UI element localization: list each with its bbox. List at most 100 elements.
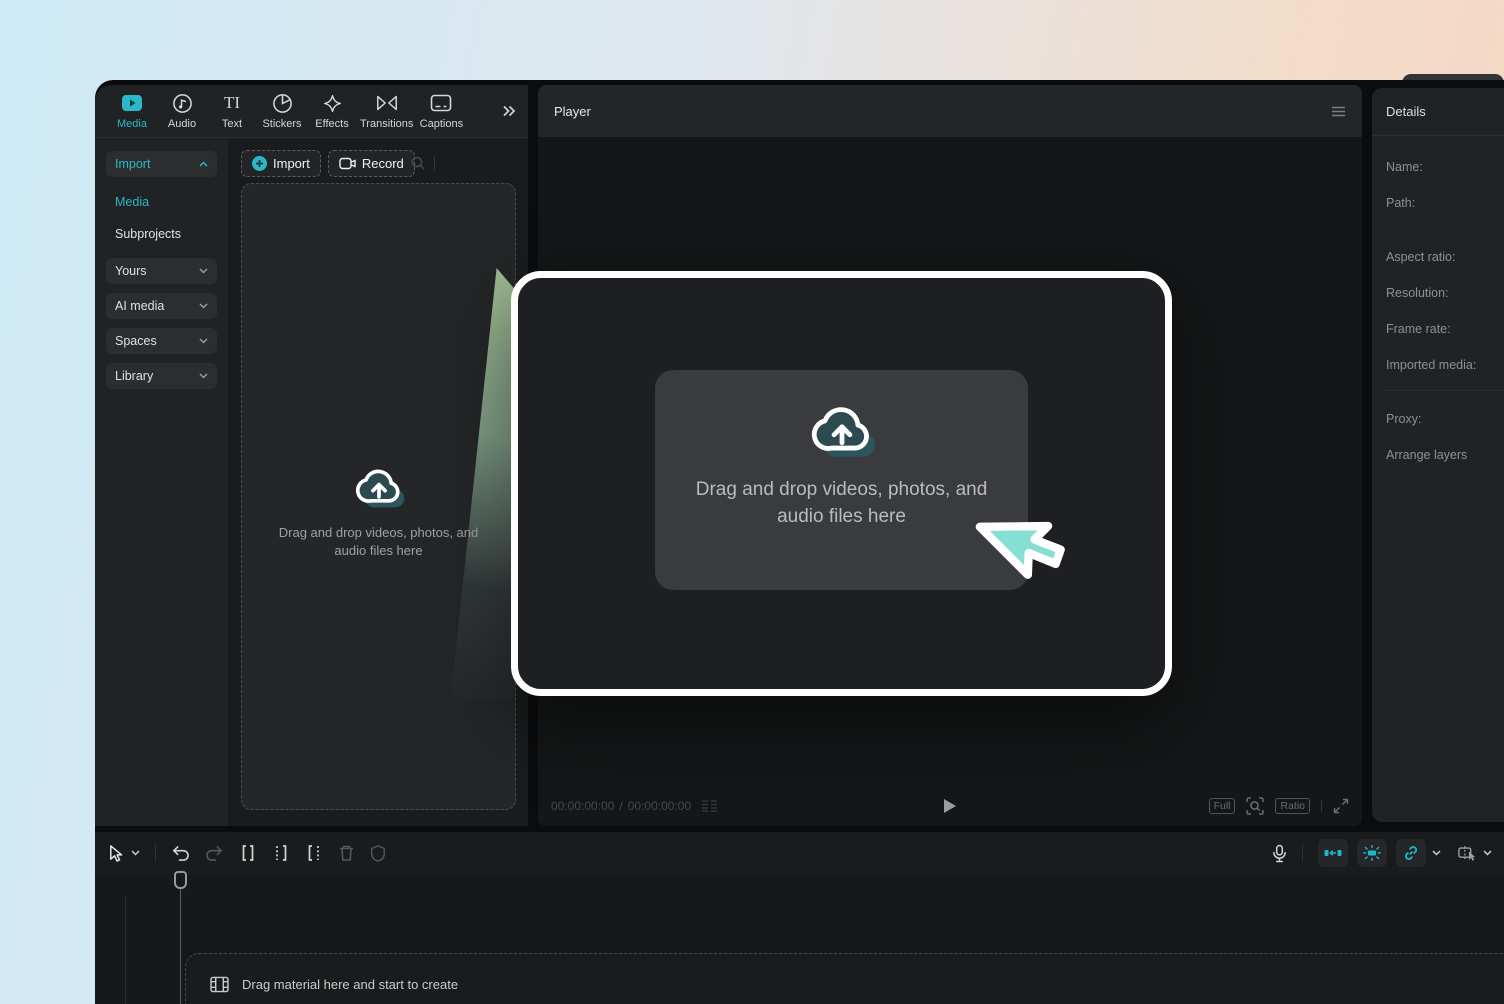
full-button[interactable]: Full bbox=[1209, 798, 1236, 814]
callout-dropzone: Drag and drop videos, photos, and audio … bbox=[655, 370, 1028, 590]
more-tabs-icon[interactable] bbox=[496, 105, 522, 117]
frame-grid-icon[interactable] bbox=[701, 799, 718, 813]
tab-label: Transitions bbox=[360, 118, 413, 130]
tab-audio[interactable]: Audio bbox=[157, 92, 207, 130]
sidebar-item-spaces[interactable]: Spaces bbox=[106, 328, 217, 354]
search-icon[interactable] bbox=[410, 155, 426, 171]
plus-icon bbox=[252, 156, 267, 171]
tab-text[interactable]: TI Text bbox=[207, 92, 257, 130]
tutorial-callout: Drag and drop videos, photos, and audio … bbox=[511, 271, 1172, 696]
fullscreen-icon[interactable] bbox=[1333, 798, 1349, 814]
media-library: Import Record bbox=[228, 138, 528, 826]
split-left-button[interactable] bbox=[272, 844, 290, 862]
asset-tabbar: Media Audio TI Text Stickers bbox=[95, 85, 528, 138]
divider bbox=[155, 844, 156, 862]
preview-axis-icon[interactable] bbox=[1458, 845, 1478, 862]
detail-label-proxy: Proxy: bbox=[1386, 412, 1421, 426]
ratio-button[interactable]: Ratio bbox=[1275, 798, 1310, 814]
chevron-down-icon bbox=[199, 303, 208, 309]
cloud-upload-icon bbox=[353, 464, 405, 510]
tab-effects[interactable]: Effects bbox=[307, 92, 357, 130]
sidebar-item-label: Yours bbox=[115, 264, 147, 278]
preview-axis-chevron-icon[interactable] bbox=[1483, 850, 1492, 856]
undo-button[interactable] bbox=[171, 845, 190, 862]
mask-icon[interactable] bbox=[370, 844, 386, 862]
chevron-down-icon bbox=[199, 338, 208, 344]
sidebar-item-ai-media[interactable]: AI media bbox=[106, 293, 217, 319]
record-button[interactable]: Record bbox=[328, 150, 415, 177]
tab-stickers[interactable]: Stickers bbox=[257, 92, 307, 130]
detail-label-aspect-ratio: Aspect ratio: bbox=[1386, 250, 1455, 264]
dropzone-text-line1: Drag and drop videos, photos, and bbox=[242, 524, 515, 542]
tab-media[interactable]: Media bbox=[107, 92, 157, 130]
detail-label-arrange-layers: Arrange layers bbox=[1386, 448, 1467, 462]
asset-panel: Media Audio TI Text Stickers bbox=[95, 85, 528, 826]
divider bbox=[434, 156, 435, 170]
divider bbox=[1321, 800, 1322, 812]
tab-transitions[interactable]: Transitions bbox=[357, 92, 416, 130]
zoom-fit-icon[interactable] bbox=[1246, 797, 1264, 815]
callout-text-line1: Drag and drop videos, photos, and bbox=[655, 476, 1028, 503]
detail-label-path: Path: bbox=[1386, 196, 1415, 210]
tab-captions[interactable]: Captions bbox=[416, 92, 466, 130]
play-button[interactable] bbox=[943, 798, 957, 814]
timeline-hint: Drag material here and start to create bbox=[242, 977, 458, 992]
tab-label: Effects bbox=[315, 118, 348, 130]
select-tool-button[interactable] bbox=[107, 844, 124, 863]
import-button-label: Import bbox=[273, 156, 310, 171]
redo-button[interactable] bbox=[205, 845, 224, 862]
sidebar-item-import[interactable]: Import bbox=[106, 151, 217, 177]
media-icon bbox=[121, 92, 143, 114]
select-tool-chevron-icon[interactable] bbox=[131, 850, 140, 856]
captions-icon bbox=[430, 92, 452, 114]
player-menu-icon[interactable] bbox=[1331, 106, 1346, 117]
text-icon: TI bbox=[224, 92, 240, 114]
record-voiceover-icon[interactable] bbox=[1272, 844, 1287, 863]
sidebar-item-yours[interactable]: Yours bbox=[106, 258, 217, 284]
timeline-dropzone[interactable]: Drag material here and start to create bbox=[185, 953, 1504, 1004]
import-button[interactable]: Import bbox=[241, 150, 321, 177]
chevron-down-icon bbox=[199, 268, 208, 274]
playhead-handle[interactable] bbox=[174, 871, 187, 889]
total-duration: 00:00:00:00 bbox=[628, 799, 691, 813]
audio-icon bbox=[172, 92, 193, 114]
dropzone-text-line2: audio files here bbox=[242, 542, 515, 560]
timeline[interactable]: Drag material here and start to create bbox=[95, 874, 1504, 1004]
track-header-divider bbox=[125, 896, 126, 1004]
chevron-up-icon bbox=[199, 161, 208, 167]
effects-icon bbox=[322, 92, 343, 114]
auto-remove-gap-button[interactable] bbox=[1318, 839, 1348, 867]
playhead-line bbox=[180, 888, 181, 1004]
cloud-upload-icon bbox=[808, 400, 876, 460]
delete-button[interactable] bbox=[338, 844, 355, 862]
player-title: Player bbox=[554, 104, 591, 119]
sidebar-item-label: Import bbox=[115, 157, 150, 171]
camera-icon bbox=[339, 157, 356, 170]
divider bbox=[1386, 390, 1504, 391]
details-panel: Details Name:C Path:A Aspect ratio:O Res… bbox=[1372, 88, 1504, 822]
tab-label: Captions bbox=[420, 118, 463, 130]
current-timecode: 00:00:00:00 bbox=[551, 799, 614, 813]
linking-chevron-icon[interactable] bbox=[1432, 850, 1441, 856]
asset-sidebar: Import Media Subprojects Yours AI media … bbox=[95, 138, 228, 826]
divider bbox=[1302, 844, 1303, 862]
details-title: Details bbox=[1386, 104, 1426, 119]
linking-button[interactable] bbox=[1396, 839, 1426, 867]
timeline-toolbar bbox=[95, 832, 1504, 874]
transitions-icon bbox=[375, 92, 399, 114]
split-right-button[interactable] bbox=[305, 844, 323, 862]
sidebar-item-label: Spaces bbox=[115, 334, 157, 348]
timecode-separator: / bbox=[619, 799, 622, 813]
split-button[interactable] bbox=[239, 844, 257, 862]
sidebar-item-media[interactable]: Media bbox=[95, 186, 228, 218]
snapping-button[interactable] bbox=[1357, 839, 1387, 867]
sidebar-item-subprojects[interactable]: Subprojects bbox=[95, 218, 228, 250]
chevron-down-icon bbox=[199, 373, 208, 379]
sidebar-item-library[interactable]: Library bbox=[106, 363, 217, 389]
tab-label: Text bbox=[222, 118, 242, 130]
tab-label: Media bbox=[117, 118, 147, 130]
media-dropzone[interactable]: Drag and drop videos, photos, and audio … bbox=[241, 183, 516, 810]
sidebar-item-label: Library bbox=[115, 369, 153, 383]
detail-label-frame-rate: Frame rate: bbox=[1386, 322, 1451, 336]
detail-label-resolution: Resolution: bbox=[1386, 286, 1449, 300]
